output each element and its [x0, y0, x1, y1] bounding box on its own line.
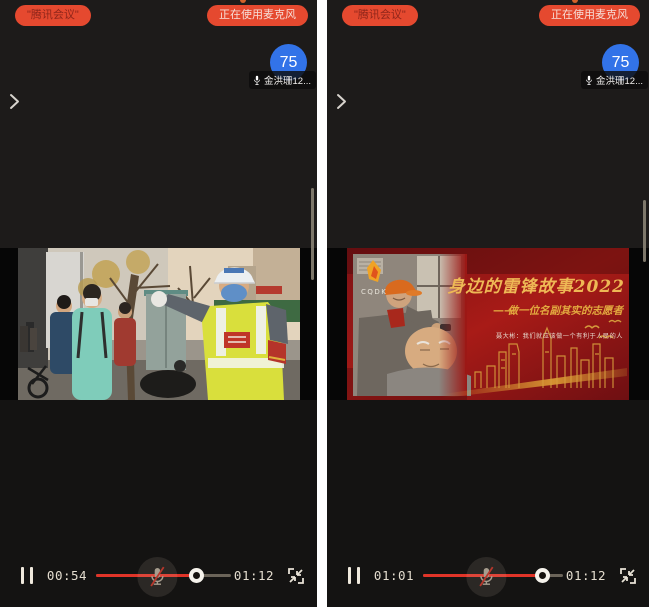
- poster-illustration: CQDK 身边的雷锋故事2022 —— 做一位名副其实的志愿者 聂大彬：我们就应…: [347, 248, 629, 400]
- fullscreen-icon[interactable]: [619, 567, 637, 585]
- participant-name: 金洪珊12...: [596, 73, 643, 87]
- playback-controls: 00:54 01:12: [0, 553, 317, 599]
- pause-button[interactable]: [348, 567, 360, 584]
- mic-muted-button[interactable]: [466, 557, 506, 597]
- mic-muted-icon: [148, 565, 166, 589]
- app-name-pill[interactable]: "腾讯会议": [15, 5, 91, 26]
- fullscreen-icon[interactable]: [287, 567, 305, 585]
- mic-icon: [253, 75, 261, 86]
- street-scene-illustration: [18, 248, 300, 400]
- poster-title: 身边的雷锋故事2022: [448, 277, 625, 297]
- participant-name-label: 金洪珊12...: [249, 71, 316, 89]
- poster-quote: 聂大彬：我们就应该做一个有利于人民的人: [496, 332, 623, 340]
- mic-in-use-pill[interactable]: 正在使用麦克风: [539, 5, 640, 26]
- chevron-expand-icon[interactable]: [8, 93, 20, 110]
- participant-name-label: 金洪珊12...: [581, 71, 648, 89]
- scrollbar[interactable]: [311, 188, 314, 280]
- poster-logo-text: CQDK: [361, 288, 387, 296]
- seek-thumb[interactable]: [535, 568, 550, 583]
- status-pill-row: "腾讯会议" 正在使用麦克风: [342, 5, 640, 26]
- current-time: 00:54: [42, 568, 92, 583]
- panel-background: [327, 0, 649, 248]
- app-name-pill[interactable]: "腾讯会议": [342, 5, 418, 26]
- panel-background: [0, 0, 317, 248]
- video-band: [0, 248, 317, 400]
- participant-name: 金洪珊12...: [264, 73, 311, 87]
- poster-subtitle: 做一位名副其实的志愿者: [508, 304, 625, 317]
- meeting-screenshot-left: "腾讯会议" 正在使用麦克风 75 金洪珊12...: [0, 0, 317, 607]
- duration: 01:12: [561, 568, 611, 583]
- video-frame-leifeng-poster[interactable]: CQDK 身边的雷锋故事2022 —— 做一位名副其实的志愿者 聂大彬：我们就应…: [347, 248, 629, 400]
- status-pill-row: "腾讯会议" 正在使用麦克风: [15, 5, 308, 26]
- chevron-expand-icon[interactable]: [335, 93, 347, 110]
- meeting-screenshot-right: "腾讯会议" 正在使用麦克风 75 金洪珊12...: [327, 0, 649, 607]
- scrollbar[interactable]: [643, 200, 646, 262]
- current-time: 01:01: [369, 568, 419, 583]
- mic-icon: [585, 75, 593, 86]
- video-frame-street-scene[interactable]: [18, 248, 300, 400]
- playback-controls: 01:01 01:12: [327, 553, 649, 599]
- video-band: CQDK 身边的雷锋故事2022 —— 做一位名副其实的志愿者 聂大彬：我们就应…: [327, 248, 649, 400]
- mic-muted-button[interactable]: [137, 557, 177, 597]
- mic-in-use-pill[interactable]: 正在使用麦克风: [207, 5, 308, 26]
- duration: 01:12: [229, 568, 279, 583]
- pause-button[interactable]: [21, 567, 33, 584]
- mic-muted-icon: [477, 565, 495, 589]
- seek-thumb[interactable]: [189, 568, 204, 583]
